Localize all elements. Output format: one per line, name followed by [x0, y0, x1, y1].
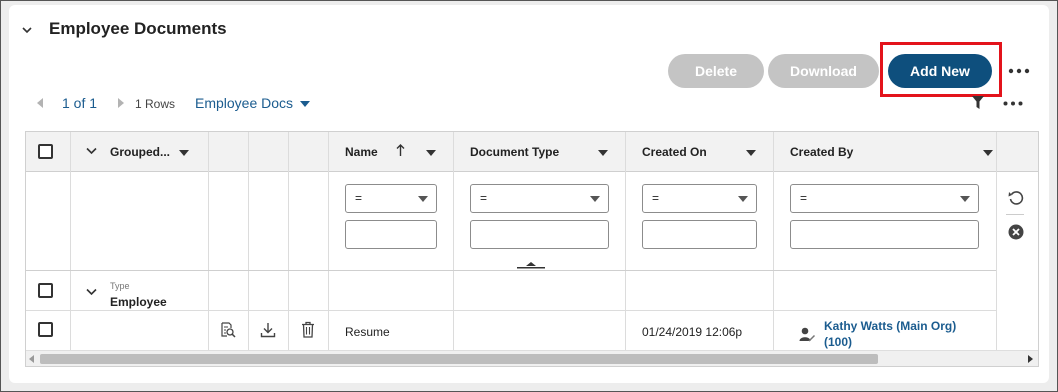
trash-icon[interactable]: [301, 321, 315, 338]
next-page-icon[interactable]: [117, 98, 125, 108]
scroll-left-icon[interactable]: [29, 355, 35, 363]
chevron-down-icon[interactable]: [86, 288, 97, 296]
created-on-filter-operator[interactable]: =: [642, 184, 757, 213]
column-header-created-by[interactable]: Created By: [790, 145, 853, 159]
created-by-link-id[interactable]: (100): [824, 334, 852, 350]
download-button[interactable]: Download: [768, 54, 879, 88]
column-header-created-on[interactable]: Created On: [642, 145, 707, 159]
highlight-box: [880, 42, 1002, 97]
group-value: Employee: [110, 295, 167, 309]
column-header-name[interactable]: Name: [345, 145, 378, 159]
name-filter-input[interactable]: [345, 220, 437, 249]
page-indicator: 1 of 1: [62, 95, 98, 111]
preview-document-icon[interactable]: [220, 322, 236, 338]
scrollbar-thumb[interactable]: [40, 354, 878, 364]
group-row-checkbox[interactable]: [38, 283, 53, 298]
delete-button[interactable]: Delete: [668, 54, 764, 88]
name-filter-operator[interactable]: =: [345, 184, 437, 213]
user-edit-icon: [799, 327, 816, 342]
document-type-filter-input[interactable]: [470, 220, 609, 249]
view-dropdown-icon[interactable]: [300, 101, 310, 107]
download-icon[interactable]: [260, 322, 276, 338]
filter-icon[interactable]: [972, 96, 984, 109]
created-on-filter-input[interactable]: [642, 220, 757, 249]
created-by-filter-input[interactable]: [790, 220, 979, 249]
documents-grid: Grouped... Name Document Type Created On…: [25, 131, 1039, 367]
column-header-grouped[interactable]: Grouped...: [110, 145, 170, 159]
expand-all-icon[interactable]: [86, 147, 97, 155]
collapse-filter-icon[interactable]: [517, 261, 545, 269]
column-menu-icon[interactable]: [598, 150, 608, 156]
column-header-document-type[interactable]: Document Type: [470, 145, 559, 159]
chevron-down-icon[interactable]: [22, 25, 32, 35]
created-by-link[interactable]: Kathy Watts (Main Org): [824, 318, 956, 334]
group-label: Type: [110, 281, 130, 291]
select-all-checkbox[interactable]: [38, 144, 53, 159]
grid-options-icon[interactable]: [1003, 101, 1023, 106]
reset-filters-icon[interactable]: [1008, 190, 1024, 206]
view-selector[interactable]: Employee Docs: [195, 95, 293, 111]
sort-ascending-icon[interactable]: [396, 144, 405, 157]
rows-count: 1 Rows: [135, 97, 176, 111]
column-menu-icon[interactable]: [983, 150, 993, 156]
document-name: Resume: [345, 325, 390, 339]
prev-page-icon[interactable]: [36, 98, 44, 108]
row-checkbox[interactable]: [38, 322, 53, 337]
column-menu-icon[interactable]: [746, 150, 756, 156]
created-by-filter-operator[interactable]: =: [790, 184, 979, 213]
more-options-icon[interactable]: [1008, 68, 1030, 74]
created-on-value: 01/24/2019 12:06p: [642, 325, 743, 339]
horizontal-scrollbar[interactable]: [26, 350, 1038, 366]
document-type-filter-operator[interactable]: =: [470, 184, 609, 213]
employee-documents-panel: Employee Documents Delete Download Add N…: [9, 5, 1049, 383]
clear-filters-icon[interactable]: [1008, 224, 1024, 240]
scroll-right-icon[interactable]: [1027, 355, 1033, 363]
section-title: Employee Documents: [49, 19, 227, 38]
column-menu-icon[interactable]: [426, 150, 436, 156]
column-menu-icon[interactable]: [179, 150, 189, 156]
